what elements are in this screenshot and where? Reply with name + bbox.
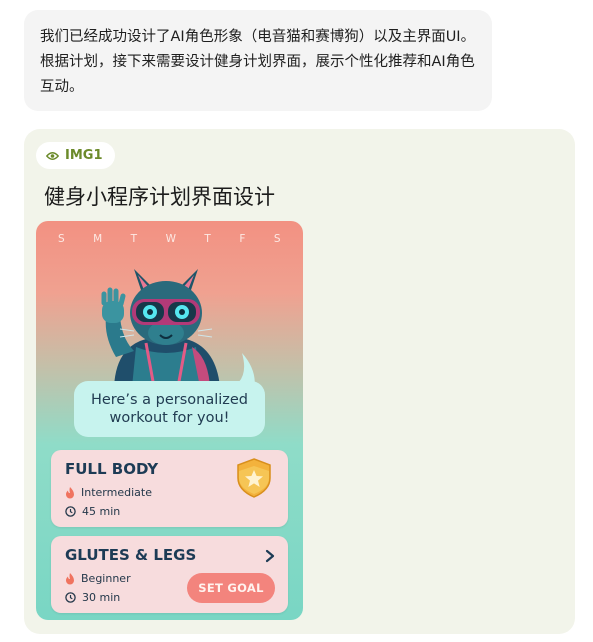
clock-icon	[65, 592, 76, 603]
image-tag-chip[interactable]: IMG1	[36, 142, 115, 169]
weekday-wed: W	[165, 233, 177, 245]
generated-image-card: IMG1 健身小程序计划界面设计 S M T W T F S Here’s a …	[24, 129, 575, 634]
cyber-cat-mascot	[101, 269, 220, 387]
workout-level-row: Beginner	[65, 572, 131, 585]
weekday-fri: F	[239, 233, 246, 245]
workout-duration-row: 45 min	[65, 505, 120, 518]
workout-title: GLUTES & LEGS	[65, 546, 197, 564]
chevron-right-icon[interactable]	[265, 549, 275, 563]
assistant-message: 我们已经成功设计了AI角色形象（电音猫和赛博狗）以及主界面UI。根据计划，接下来…	[24, 10, 492, 111]
weekday-thu: T	[204, 233, 212, 245]
speech-line-1: Here’s a personalized	[90, 392, 249, 408]
fitness-app-mockup: S M T W T F S Here’s a personalized work…	[36, 221, 303, 620]
weekday-mon: M	[93, 233, 103, 245]
workout-level: Beginner	[81, 572, 131, 585]
workout-duration: 45 min	[82, 505, 121, 518]
mascot-speech-bubble: Here’s a personalized workout for you!	[74, 381, 265, 437]
star-badge-icon	[237, 458, 271, 498]
weekday-strip: S M T W T F S	[36, 233, 303, 245]
workout-card-full-body[interactable]: FULL BODY Intermediate 45 min	[51, 450, 288, 527]
image-tag-label: IMG1	[65, 148, 103, 163]
clock-icon	[65, 506, 76, 517]
weekday-sat: S	[273, 233, 281, 245]
eye-icon	[46, 151, 59, 161]
message-text: 我们已经成功设计了AI角色形象（电音猫和赛博狗）以及主界面UI。根据计划，接下来…	[40, 29, 476, 95]
speech-line-2: workout for you!	[109, 410, 230, 426]
workout-title: FULL BODY	[65, 460, 159, 478]
flame-icon	[65, 572, 75, 585]
flame-icon	[65, 486, 75, 499]
workout-duration: 30 min	[82, 591, 121, 604]
weekday-tue: T	[130, 233, 138, 245]
weekday-sun: S	[58, 233, 66, 245]
image-title: 健身小程序计划界面设计	[44, 185, 275, 209]
set-goal-button[interactable]: SET GOAL	[187, 573, 275, 603]
workout-level: Intermediate	[81, 486, 152, 499]
workout-level-row: Intermediate	[65, 486, 152, 499]
workout-duration-row: 30 min	[65, 591, 120, 604]
workout-card-glutes-legs[interactable]: GLUTES & LEGS Beginner 30 min SET GOAL	[51, 536, 288, 613]
